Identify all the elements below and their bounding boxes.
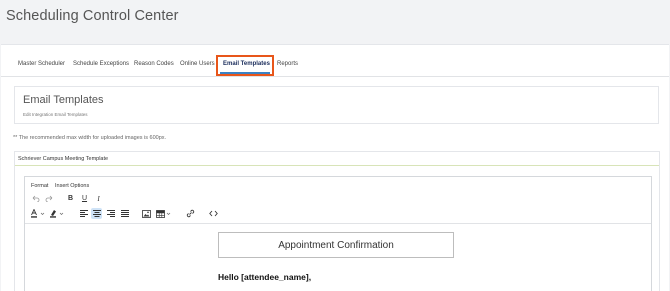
tab-master-scheduler[interactable]: Master Scheduler	[18, 61, 65, 67]
editor-content-area[interactable]: Appointment Confirmation Hello [attendee…	[25, 224, 651, 291]
redo-icon[interactable]	[43, 193, 54, 204]
template-title: Schriever Campus Meeting Template	[18, 156, 109, 162]
tab-highlight-box	[216, 55, 274, 76]
tab-reports[interactable]: Reports	[277, 61, 298, 67]
text-color-icon[interactable]	[30, 208, 46, 219]
panel-subtitle: Edit Integration Email Templates	[23, 112, 88, 117]
confirmation-heading-box: Appointment Confirmation	[218, 232, 454, 258]
tab-reason-codes[interactable]: Reason Codes	[134, 61, 174, 67]
menu-insert-options[interactable]: Insert Options	[55, 183, 89, 189]
panel-title: Email Templates	[23, 94, 104, 106]
link-icon[interactable]	[185, 208, 196, 219]
table-icon[interactable]	[155, 208, 172, 219]
template-card: Schriever Campus Meeting Template Format…	[14, 151, 660, 291]
greeting-text: Hello [attendee_name],	[218, 272, 312, 282]
source-code-icon[interactable]	[208, 208, 219, 219]
tab-schedule-exceptions[interactable]: Schedule Exceptions	[73, 61, 129, 67]
image-width-note: ** The recommended max width for uploade…	[13, 135, 167, 141]
align-justify-icon[interactable]	[119, 208, 130, 219]
app-title: Scheduling Control Center	[6, 8, 179, 24]
editor-toolbar-row-2	[25, 208, 651, 221]
email-templates-panel-header: Email Templates Edit Integration Email T…	[14, 86, 659, 124]
highlight-color-icon[interactable]	[49, 208, 65, 219]
image-icon[interactable]	[141, 208, 152, 219]
menu-format[interactable]: Format	[31, 183, 48, 189]
editor-toolbar-row-1: B U I	[25, 193, 651, 206]
tab-online-users[interactable]: Online Users	[180, 61, 215, 67]
italic-icon[interactable]: I	[94, 193, 103, 204]
align-right-icon[interactable]	[105, 208, 116, 219]
editor-menubar: Format Insert Options	[25, 177, 651, 189]
undo-icon[interactable]	[30, 193, 41, 204]
align-left-icon[interactable]	[78, 208, 89, 219]
bold-icon[interactable]: B	[66, 193, 75, 204]
tab-bar: Master Scheduler Schedule Exceptions Rea…	[1, 45, 669, 77]
underline-icon[interactable]: U	[80, 193, 89, 204]
template-card-header: Schriever Campus Meeting Template	[15, 152, 659, 166]
app-header: Scheduling Control Center	[0, 0, 670, 38]
main-page: Master Scheduler Schedule Exceptions Rea…	[1, 44, 669, 291]
align-center-icon[interactable]	[91, 208, 102, 219]
rich-text-editor: Format Insert Options B U I Appointment …	[24, 176, 652, 291]
confirmation-heading: Appointment Confirmation	[278, 239, 394, 251]
